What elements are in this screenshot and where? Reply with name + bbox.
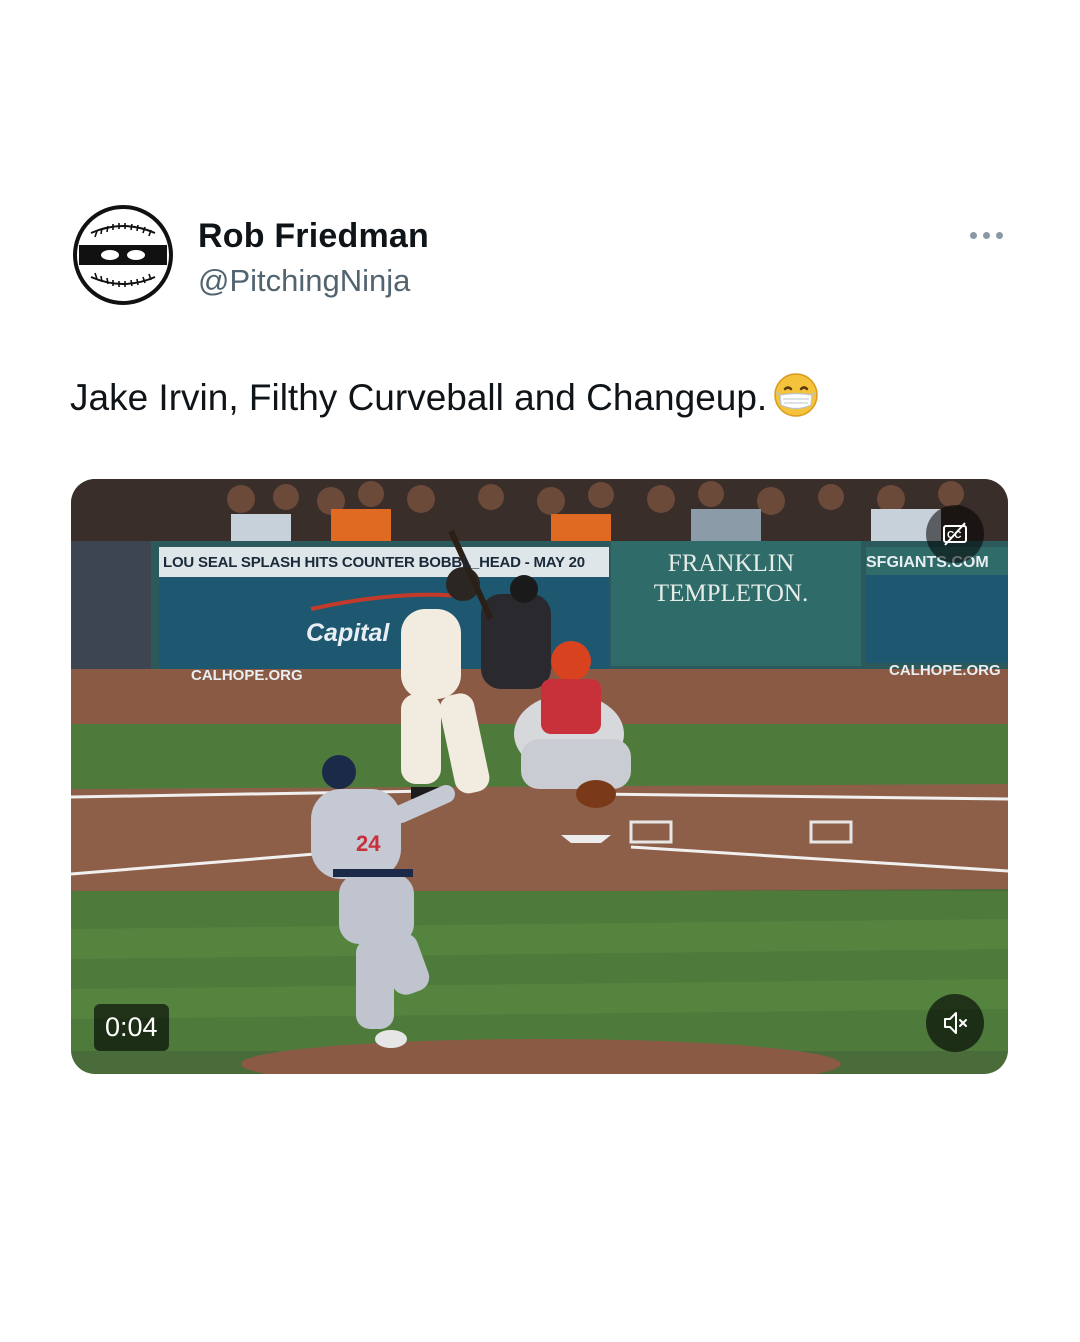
video-player[interactable]: 24 LOU SEAL SPLASH HITS COUNTER BOBBL_HE… bbox=[71, 479, 1008, 1074]
video-timestamp: 0:04 bbox=[94, 1004, 169, 1051]
dot bbox=[969, 231, 977, 239]
ninja-baseball-icon bbox=[79, 211, 167, 299]
sign-calhope-left: CALHOPE.ORG bbox=[191, 667, 303, 684]
sign-calhope-right: CALHOPE.ORG bbox=[889, 662, 1001, 679]
avatar[interactable] bbox=[73, 205, 173, 305]
captions-off-icon: CC bbox=[943, 522, 967, 546]
mute-button[interactable] bbox=[926, 994, 984, 1052]
more-options-icon[interactable] bbox=[967, 227, 1005, 243]
sign-franklin-templeton: FRANKLIN TEMPLETON. bbox=[641, 549, 821, 609]
tweet-card: Rob Friedman @PitchingNinja Jake Irvin, … bbox=[0, 0, 1080, 1342]
tweet-header: Rob Friedman @PitchingNinja bbox=[73, 205, 1008, 310]
svg-text:24: 24 bbox=[356, 831, 381, 856]
dot bbox=[995, 231, 1003, 239]
dot bbox=[982, 231, 990, 239]
captions-button[interactable]: CC bbox=[926, 505, 984, 563]
face-with-medical-mask-emoji bbox=[773, 372, 819, 430]
author-handle[interactable]: @PitchingNinja bbox=[198, 263, 410, 299]
author-name[interactable]: Rob Friedman bbox=[198, 217, 429, 256]
sign-franklin-line2: TEMPLETON. bbox=[653, 580, 809, 607]
sign-banner-left: LOU SEAL SPLASH HITS COUNTER BOBBL_HEAD … bbox=[163, 554, 585, 571]
sign-franklin-line1: FRANKLIN bbox=[667, 550, 795, 577]
tweet-text: Jake Irvin, Filthy Curveball and Changeu… bbox=[70, 372, 1010, 430]
tweet-body: Jake Irvin, Filthy Curveball and Changeu… bbox=[70, 377, 768, 418]
volume-muted-icon bbox=[944, 1012, 967, 1034]
sign-capital: Capital bbox=[306, 619, 390, 647]
